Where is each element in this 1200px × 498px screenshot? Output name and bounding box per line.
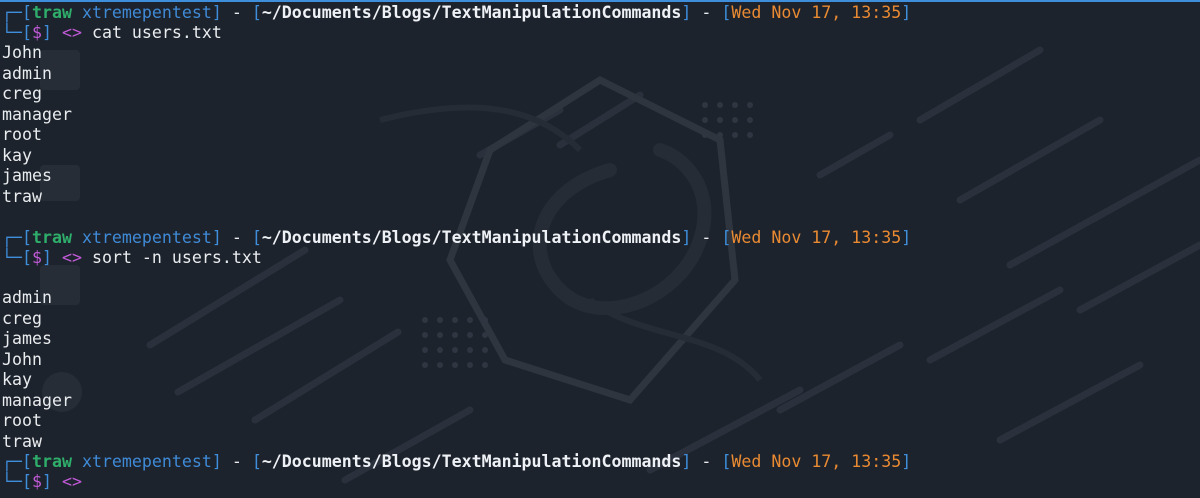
prompt-datetime: Wed Nov 17, 13:35: [731, 3, 902, 22]
prompt-arrow: <>: [61, 248, 82, 267]
prompt-user: traw: [31, 452, 72, 471]
prompt-path: ~/Documents/Blogs/TextManipulationComman…: [261, 228, 682, 247]
output-line: james: [2, 166, 52, 185]
terminal-window[interactable]: ┌─[traw xtremepentest] - [~/Documents/Bl…: [0, 0, 1200, 498]
output-line: John: [2, 43, 42, 62]
output-line: james: [2, 329, 52, 348]
output-line: kay: [2, 145, 32, 165]
prompt-symbol: $: [31, 472, 42, 491]
output-line: admin: [2, 63, 52, 83]
output-line: root: [2, 125, 42, 144]
prompt-user: traw: [31, 228, 72, 247]
prompt-command-line: └─[$] <> cat users.txt: [2, 23, 222, 42]
prompt-host: xtremepentest: [81, 3, 212, 22]
prompt-arrow: <>: [61, 23, 82, 42]
prompt-arrow: <>: [61, 472, 82, 491]
prompt-datetime: Wed Nov 17, 13:35: [731, 452, 902, 471]
output-line: kay: [2, 370, 32, 389]
prompt-command-line: └─[$] <> sort -n users.txt: [2, 248, 262, 267]
output-line: creg: [2, 308, 42, 328]
prompt-path: ~/Documents/Blogs/TextManipulationComman…: [261, 452, 682, 471]
output-line: manager: [2, 390, 72, 410]
prompt-host: xtremepentest: [81, 452, 212, 471]
output-line: creg: [2, 84, 42, 103]
command-text: sort -n users.txt: [91, 248, 262, 267]
output-line: traw: [2, 431, 42, 451]
output-line: John: [2, 349, 42, 369]
prompt-command-line[interactable]: └─[$] <>: [2, 472, 92, 492]
prompt-symbol: $: [31, 248, 42, 267]
prompt-path: ~/Documents/Blogs/TextManipulationComman…: [261, 3, 682, 22]
output-line: admin: [2, 288, 52, 307]
output-line: root: [2, 411, 42, 430]
prompt-header: ┌─[traw xtremepentest] - [~/Documents/Bl…: [2, 3, 912, 22]
command-text: cat users.txt: [91, 23, 222, 42]
prompt-user: traw: [31, 3, 72, 22]
output-line: manager: [2, 104, 72, 124]
prompt-symbol: $: [31, 23, 42, 42]
prompt-header: ┌─[traw xtremepentest] - [~/Documents/Bl…: [2, 228, 912, 247]
prompt-header: ┌─[traw xtremepentest] - [~/Documents/Bl…: [2, 452, 912, 471]
output-line: traw: [2, 186, 42, 206]
prompt-host: xtremepentest: [81, 228, 212, 247]
prompt-datetime: Wed Nov 17, 13:35: [731, 228, 902, 247]
